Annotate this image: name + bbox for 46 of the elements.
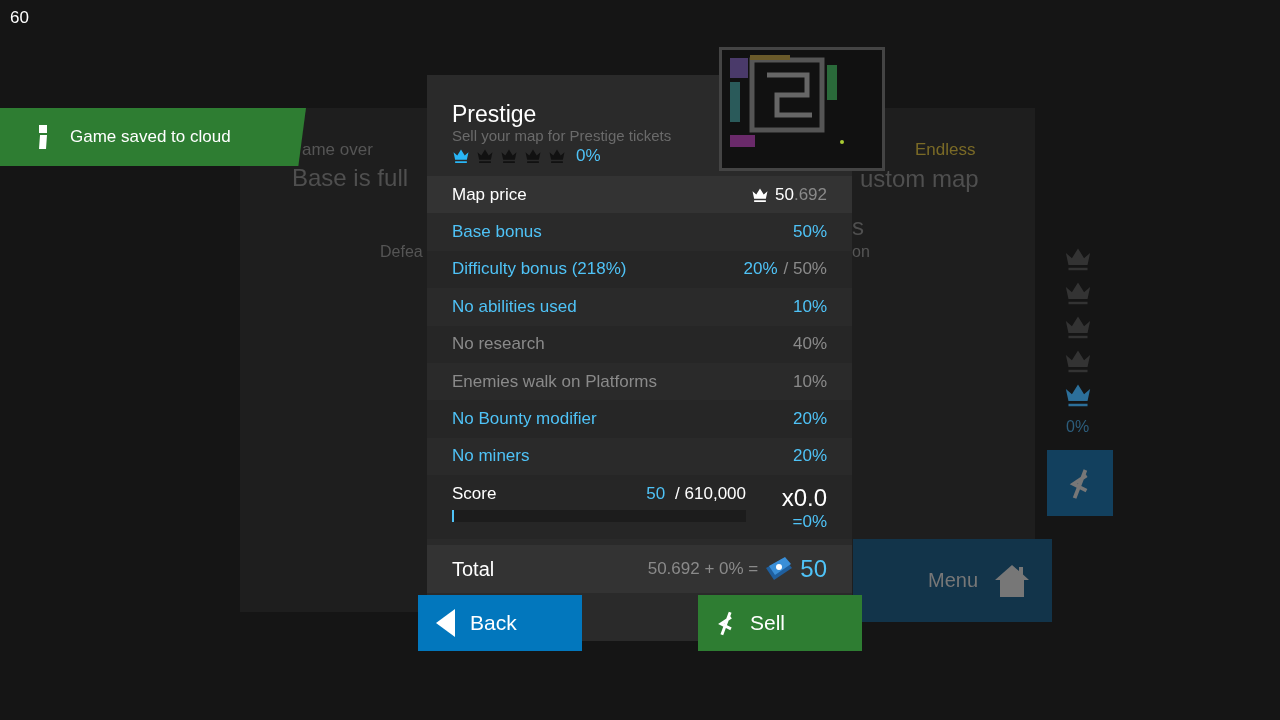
total-value: 50	[800, 555, 827, 584]
bonus-value: 10%	[792, 296, 827, 317]
rating-percent: 0%	[1066, 418, 1090, 436]
toast-text: Game saved to cloud	[70, 127, 231, 147]
dialog-subtitle: Sell your map for Prestige tickets	[452, 127, 673, 145]
crown-icon	[452, 148, 470, 164]
total-label: Total	[452, 557, 495, 581]
crown-icon	[524, 148, 542, 164]
score-target: / 610,000	[675, 484, 746, 505]
price-value: 50.692	[775, 184, 827, 205]
bonus-value: 40%	[792, 334, 827, 355]
total-formula: 50.692 + 0% =	[647, 559, 759, 580]
score-percent: =0%	[792, 512, 827, 533]
bonus-max: / 50%	[783, 259, 827, 280]
rating-percent: 0%	[576, 146, 601, 166]
score-multiplier: x0.0	[781, 484, 827, 513]
crown-icon	[751, 186, 769, 203]
bonus-label: Enemies walk on Platforms	[452, 371, 658, 392]
sell-button[interactable]	[1047, 450, 1113, 516]
bonus-value: 20%	[792, 446, 827, 467]
bonus-label: No miners	[452, 446, 530, 467]
tickets-icon	[764, 556, 795, 583]
home-icon	[994, 563, 1030, 598]
crown-icon	[476, 148, 494, 164]
bonus-value: 20%	[792, 409, 827, 430]
menu-button[interactable]: Menu	[853, 539, 1052, 622]
bonus-label: No abilities used	[452, 296, 577, 317]
sell-button[interactable]: Sell	[698, 595, 862, 651]
score-value: 50	[646, 484, 666, 505]
back-button[interactable]: Back	[418, 595, 582, 651]
bonus-value: 10%	[792, 371, 827, 392]
mode-label: Endless	[915, 140, 976, 160]
row-label: Map price	[452, 184, 527, 205]
bonus-value: 50%	[792, 222, 827, 243]
back-arrow-icon	[436, 609, 456, 637]
bonus-label: No Bounty modifier	[452, 409, 597, 430]
bonus-value: 20%	[743, 259, 778, 280]
crown-icon	[500, 148, 518, 164]
fps-counter: 60	[10, 8, 29, 28]
score-label: Score	[452, 484, 497, 505]
bonus-label: Base bonus	[452, 222, 542, 243]
bonus-label: No research	[452, 334, 545, 355]
bonus-label: Difficulty bonus (218%)	[452, 259, 627, 280]
info-icon	[38, 124, 48, 150]
crown-icon	[548, 148, 566, 164]
dialog-title: Prestige	[452, 101, 538, 127]
